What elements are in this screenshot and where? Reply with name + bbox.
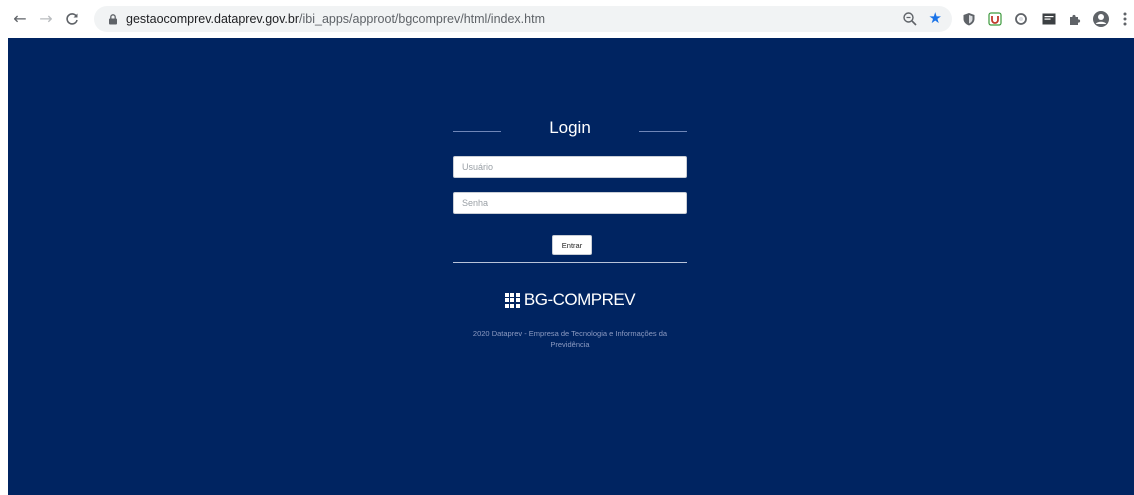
address-bar[interactable]: gestaocomprev.dataprev.gov.br/ibi_apps/a… [94,6,952,32]
footer-line-1: 2020 Dataprev - Empresa de Tecnologia e … [472,329,668,338]
footer-line-2: Previdência [550,340,590,349]
username-input[interactable] [453,156,687,178]
ublock-extension-icon[interactable] [986,10,1004,28]
url-text[interactable]: gestaocomprev.dataprev.gov.br/ibi_apps/a… [126,12,545,26]
forward-arrow-icon[interactable]: → [36,9,56,29]
login-title: Login [549,118,591,137]
password-input[interactable] [453,192,687,214]
brand-name: BG-COMPREV [523,290,636,309]
bookmark-star-icon[interactable]: ★ [929,9,942,27]
lock-icon[interactable] [108,14,118,25]
dark-extension-icon[interactable] [1040,10,1058,28]
kebab-menu-icon[interactable] [1116,10,1134,28]
profile-icon[interactable] [1092,10,1110,28]
shield-extension-icon[interactable] [960,10,978,28]
circle-extension-icon[interactable] [1012,10,1030,28]
grid-icon [504,292,520,308]
puzzle-extensions-icon[interactable] [1066,10,1084,28]
divider [453,262,687,263]
title-divider-right [639,131,687,132]
footer-text: 2020 Dataprev - Empresa de Tecnologia e … [453,328,687,350]
url-path: /ibi_apps/approot/bgcomprev/html/index.h… [299,12,545,26]
enter-button[interactable]: Entrar [552,235,592,255]
reload-icon[interactable] [62,9,82,29]
login-title-row: Login [453,118,687,142]
browser-toolbar: ← → gestaocomprev.dataprev.gov.br/ibi_ap… [0,0,1134,38]
brand-logo: BG-COMPREV [453,289,687,311]
zoom-icon[interactable] [902,11,918,27]
url-host: gestaocomprev.dataprev.gov.br [126,12,300,26]
page-content: Login Entrar BG-COMPREV 2020 Dataprev - … [8,38,1134,495]
back-arrow-icon[interactable]: ← [10,9,30,29]
